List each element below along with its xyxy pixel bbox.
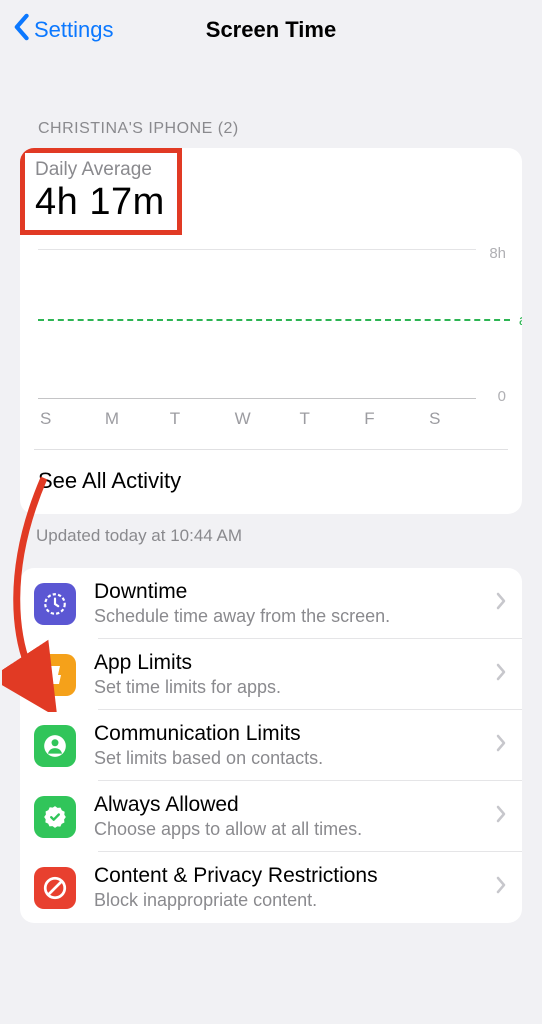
updated-text: Updated today at 10:44 AM [0, 514, 542, 568]
menu-item-content-privacy[interactable]: Content & Privacy RestrictionsBlock inap… [20, 852, 522, 923]
item-title: App Limits [94, 651, 496, 675]
item-text: Always AllowedChoose apps to allow at al… [94, 793, 496, 840]
chevron-right-icon [496, 876, 506, 899]
check-badge-icon [34, 796, 76, 838]
item-subtitle: Block inappropriate content. [94, 890, 496, 911]
item-subtitle: Set limits based on contacts. [94, 748, 496, 769]
item-text: App LimitsSet time limits for apps. [94, 651, 496, 698]
daily-average-label: Daily Average [35, 159, 165, 181]
chevron-right-icon [496, 592, 506, 615]
y-top-label: 8h [489, 245, 506, 262]
item-title: Downtime [94, 580, 496, 604]
x-tick: T [168, 409, 217, 429]
see-all-label: See All Activity [38, 468, 181, 494]
x-tick: S [38, 409, 87, 429]
item-text: DowntimeSchedule time away from the scre… [94, 580, 496, 627]
x-tick: T [297, 409, 346, 429]
chevron-right-icon [496, 805, 506, 828]
x-tick: F [362, 409, 411, 429]
item-text: Communication LimitsSet limits based on … [94, 722, 496, 769]
clock-icon [34, 583, 76, 625]
chevron-right-icon [496, 734, 506, 757]
section-header: CHRISTINA'S IPHONE (2) [0, 60, 542, 148]
page-title: Screen Time [206, 17, 336, 43]
item-text: Content & Privacy RestrictionsBlock inap… [94, 864, 496, 911]
x-tick: M [103, 409, 152, 429]
usage-card: Daily Average 4h 17m 8h 0 avg SMTWTFS Se… [20, 148, 522, 514]
back-label: Settings [34, 17, 114, 43]
x-axis: SMTWTFS [38, 403, 476, 429]
item-subtitle: Choose apps to allow at all times. [94, 819, 496, 840]
menu-item-app-limits[interactable]: App LimitsSet time limits for apps. [20, 639, 522, 710]
back-chevron-icon [12, 13, 34, 47]
avg-tag: avg [519, 312, 522, 329]
chart-plot: avg [38, 249, 476, 399]
avg-line: avg [38, 319, 510, 321]
menu-item-communication-limits[interactable]: Communication LimitsSet limits based on … [20, 710, 522, 781]
hourglass-icon [34, 654, 76, 696]
usage-chart: 8h 0 avg SMTWTFS [30, 249, 510, 429]
x-tick: S [427, 409, 476, 429]
x-tick: W [233, 409, 282, 429]
item-subtitle: Set time limits for apps. [94, 677, 496, 698]
chevron-right-icon [496, 663, 506, 686]
settings-list: DowntimeSchedule time away from the scre… [20, 568, 522, 923]
contact-icon [34, 725, 76, 767]
see-all-activity[interactable]: See All Activity [20, 450, 522, 514]
item-title: Communication Limits [94, 722, 496, 746]
menu-item-always-allowed[interactable]: Always AllowedChoose apps to allow at al… [20, 781, 522, 852]
item-subtitle: Schedule time away from the screen. [94, 606, 496, 627]
back-button[interactable]: Settings [12, 13, 114, 47]
item-title: Content & Privacy Restrictions [94, 864, 496, 888]
menu-item-downtime[interactable]: DowntimeSchedule time away from the scre… [20, 568, 522, 639]
y-bottom-label: 0 [498, 388, 506, 405]
no-entry-icon [34, 867, 76, 909]
daily-average-value: 4h 17m [35, 181, 165, 224]
daily-average-highlight: Daily Average 4h 17m [20, 148, 182, 235]
item-title: Always Allowed [94, 793, 496, 817]
nav-bar: Settings Screen Time [0, 0, 542, 60]
